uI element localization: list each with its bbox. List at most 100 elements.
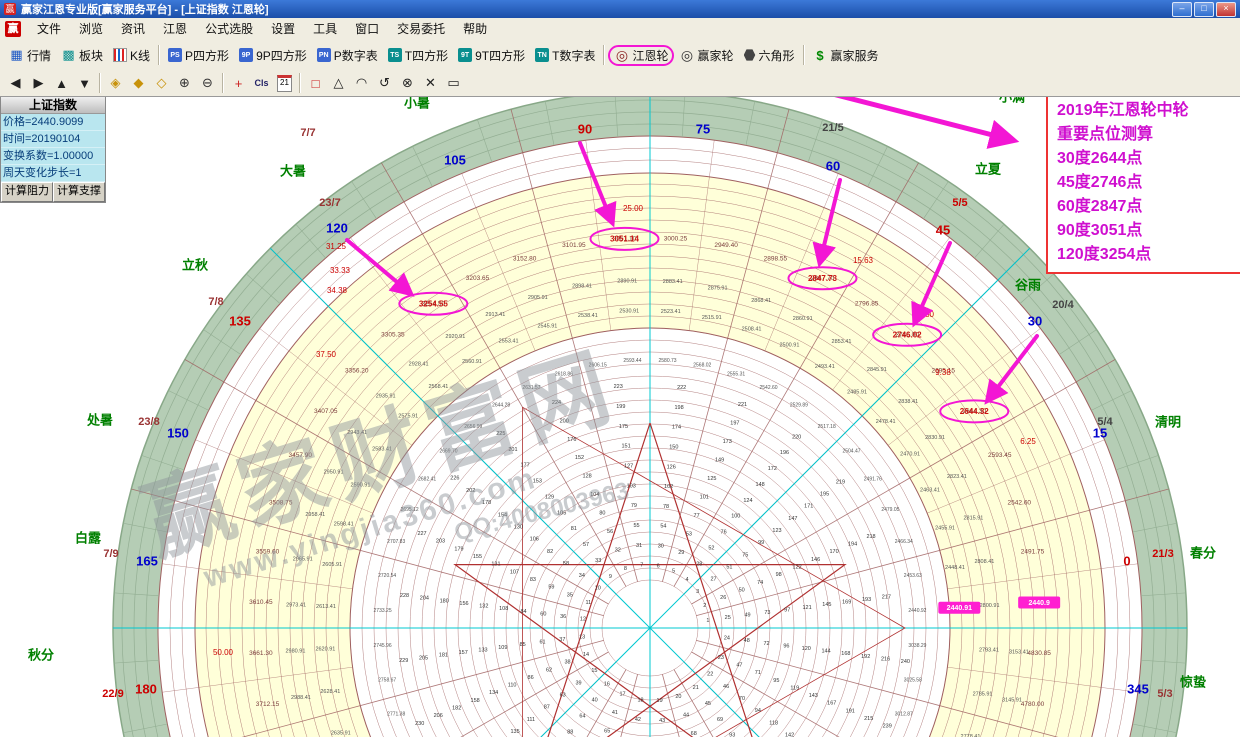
svg-text:171: 171 xyxy=(804,504,813,510)
svg-text:153: 153 xyxy=(533,479,542,485)
svg-text:5/5: 5/5 xyxy=(952,197,967,209)
sector-button-label: 板块 xyxy=(79,47,103,64)
svg-text:惊蛰: 惊蛰 xyxy=(1180,674,1206,689)
svg-text:2920.91: 2920.91 xyxy=(445,334,465,340)
menu-item-help[interactable]: 帮助 xyxy=(454,18,496,40)
t-square-icon: TS xyxy=(388,48,402,62)
svg-text:85: 85 xyxy=(520,642,526,648)
svg-text:60: 60 xyxy=(540,611,546,617)
svg-text:119: 119 xyxy=(790,685,799,691)
svg-text:2980.91: 2980.91 xyxy=(286,649,306,655)
svg-text:221: 221 xyxy=(738,402,747,408)
index-info-panel: 上证指数 价格=2440.9099时间=20190104变换系数=1.00000… xyxy=(0,96,106,203)
svg-text:2530.91: 2530.91 xyxy=(619,308,639,314)
rotate-tool-button[interactable]: ↺ xyxy=(374,73,395,93)
menu-item-trade-order[interactable]: 交易委托 xyxy=(388,18,454,40)
menu-item-settings[interactable]: 设置 xyxy=(262,18,304,40)
diamond-right-button[interactable]: ◇ xyxy=(151,73,172,93)
p-number-table-button-label: P数字表 xyxy=(334,47,378,64)
calc-resistance-button[interactable]: 计算阻力 xyxy=(1,182,53,202)
up-button[interactable]: ▲ xyxy=(51,73,72,93)
svg-text:2500.91: 2500.91 xyxy=(780,343,800,349)
triangle-tool-button[interactable]: △ xyxy=(328,73,349,93)
svg-text:2455.91: 2455.91 xyxy=(935,525,955,531)
svg-text:2746.02: 2746.02 xyxy=(893,330,922,339)
market-button[interactable]: ▦行情 xyxy=(4,45,56,66)
svg-text:2523.41: 2523.41 xyxy=(661,309,681,315)
svg-text:108: 108 xyxy=(499,606,508,612)
rect-tool-button[interactable]: □ xyxy=(305,73,326,93)
svg-text:215: 215 xyxy=(864,716,873,722)
p9-square-button[interactable]: 9P9P四方形 xyxy=(234,45,312,66)
menu-item-news[interactable]: 资讯 xyxy=(112,18,154,40)
svg-text:200: 200 xyxy=(560,418,569,424)
toolbar-separator xyxy=(99,73,101,93)
maximize-button[interactable]: □ xyxy=(1194,2,1214,17)
svg-text:2618.86: 2618.86 xyxy=(555,372,573,378)
arc-tool-button[interactable]: ◠ xyxy=(351,73,372,93)
calc-support-button[interactable]: 计算支撑 xyxy=(53,182,105,202)
menu-item-file[interactable]: 文件 xyxy=(28,18,70,40)
svg-text:191: 191 xyxy=(846,708,855,714)
filter-button[interactable]: ▼ xyxy=(74,73,95,93)
svg-text:144: 144 xyxy=(821,649,830,655)
hexagon-button[interactable]: 六角形 xyxy=(739,45,800,66)
svg-text:131: 131 xyxy=(491,562,500,568)
menu-item-tools[interactable]: 工具 xyxy=(304,18,346,40)
svg-text:9.38: 9.38 xyxy=(935,368,951,377)
svg-text:5: 5 xyxy=(672,568,675,574)
svg-text:2669.70: 2669.70 xyxy=(439,449,457,455)
winner-wheel-button[interactable]: ◎赢家轮 xyxy=(674,45,738,66)
crosshair-button[interactable]: + xyxy=(228,73,249,93)
hexagon-button-label: 六角形 xyxy=(759,47,795,64)
diamond-left-button[interactable]: ◈ xyxy=(105,73,126,93)
svg-text:37: 37 xyxy=(559,637,565,643)
svg-text:106: 106 xyxy=(530,537,539,543)
circle-cross-tool-button[interactable]: ⊗ xyxy=(397,73,418,93)
svg-text:2479.05: 2479.05 xyxy=(881,507,899,513)
menu-item-browse[interactable]: 浏览 xyxy=(70,18,112,40)
gann-wheel-button[interactable]: ◎江恩轮 xyxy=(608,45,674,66)
menu-items: 文件浏览资讯江恩公式选股设置工具窗口交易委托帮助 xyxy=(28,18,496,40)
winner-service-button[interactable]: $赢家服务 xyxy=(808,45,884,66)
menu-item-window[interactable]: 窗口 xyxy=(346,18,388,40)
svg-text:105: 105 xyxy=(444,152,466,167)
calendar-button[interactable]: 21 xyxy=(274,73,295,93)
svg-text:2466.34: 2466.34 xyxy=(895,539,913,545)
toolbar-separator xyxy=(158,45,160,65)
back-button[interactable]: ◀ xyxy=(5,73,26,93)
svg-text:20/4: 20/4 xyxy=(1052,299,1074,311)
close-button[interactable]: × xyxy=(1216,2,1236,17)
kline-button-label: K线 xyxy=(130,47,150,64)
delete-tool-button[interactable]: ✕ xyxy=(420,73,441,93)
svg-text:173: 173 xyxy=(723,439,732,445)
svg-text:73: 73 xyxy=(764,610,770,616)
svg-text:40: 40 xyxy=(592,698,598,704)
cls-button[interactable]: Cls xyxy=(251,73,272,93)
svg-text:2913.41: 2913.41 xyxy=(485,312,505,318)
svg-text:111: 111 xyxy=(527,717,535,723)
svg-text:206: 206 xyxy=(434,713,443,719)
svg-text:156: 156 xyxy=(459,601,468,607)
menu-item-gann[interactable]: 江恩 xyxy=(154,18,196,40)
menu-item-formula-stock-pick[interactable]: 公式选股 xyxy=(196,18,262,40)
main-toolbar: ▦行情▩板块 K线 PSP四方形9P9P四方形PNP数字表TST四方形9T9T四方形… xyxy=(0,40,1240,71)
svg-text:60: 60 xyxy=(826,158,840,173)
sector-button[interactable]: ▩板块 xyxy=(56,45,108,66)
t-square-button[interactable]: TST四方形 xyxy=(383,45,453,66)
kline-button[interactable]: K线 xyxy=(108,45,155,66)
t9-square-button[interactable]: 9T9T四方形 xyxy=(453,45,530,66)
forward-button[interactable]: ▶ xyxy=(28,73,49,93)
t-number-table-button[interactable]: TNT数字表 xyxy=(530,45,600,66)
svg-text:239: 239 xyxy=(883,724,892,730)
svg-text:立夏: 立夏 xyxy=(975,161,1002,176)
zoom-out-button[interactable]: ⊖ xyxy=(197,73,218,93)
p-number-table-button[interactable]: PNP数字表 xyxy=(312,45,383,66)
svg-text:3356.20: 3356.20 xyxy=(345,368,369,375)
diamond-button[interactable]: ◆ xyxy=(128,73,149,93)
svg-text:2905.91: 2905.91 xyxy=(528,295,548,301)
selection-tool-button[interactable]: ▭ xyxy=(443,73,464,93)
p-square-button[interactable]: PSP四方形 xyxy=(163,45,234,66)
zoom-in-button[interactable]: ⊕ xyxy=(174,73,195,93)
minimize-button[interactable]: – xyxy=(1172,2,1192,17)
